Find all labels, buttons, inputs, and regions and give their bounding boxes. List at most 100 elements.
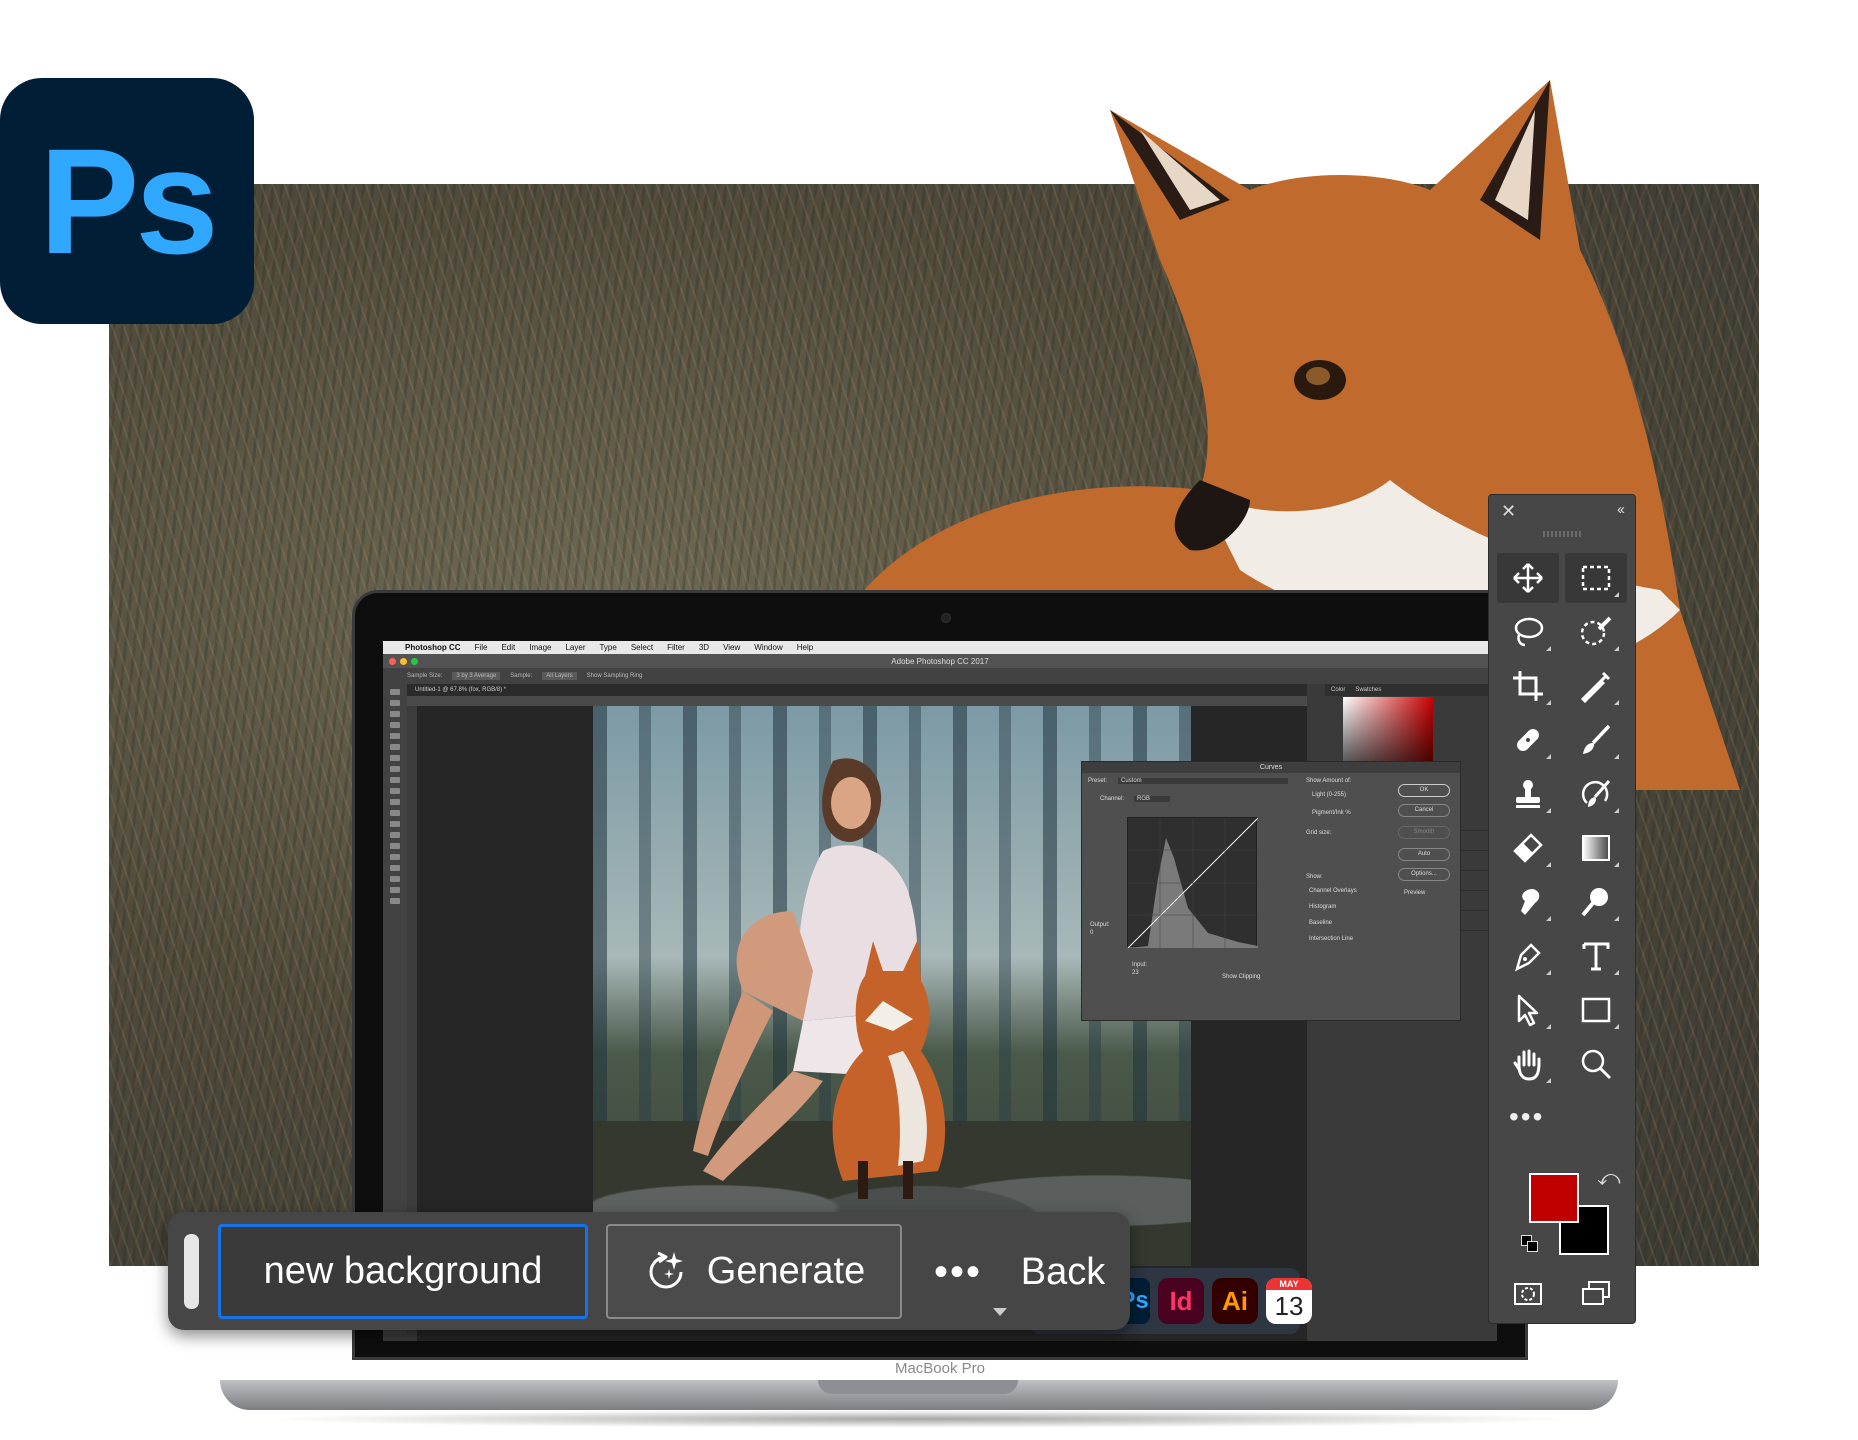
sample-size-label: Sample Size: [407, 673, 443, 679]
show-label: Show: [1306, 874, 1323, 880]
quick-selection-tool-icon[interactable] [1565, 607, 1627, 657]
zoom-tool-icon[interactable] [1565, 1039, 1627, 1089]
menu-type[interactable]: Type [599, 643, 616, 652]
sample-select[interactable]: All Layers [542, 672, 577, 680]
laptop-camera [941, 613, 951, 623]
sample-size-select[interactable]: 3 by 3 Average [452, 672, 501, 680]
dock-indesign-icon[interactable]: Id [1158, 1278, 1204, 1324]
show-clipping-checkbox[interactable]: Show Clipping [1222, 974, 1260, 980]
intersection-line-checkbox[interactable]: Intersection Line [1309, 936, 1353, 942]
pigment-radio[interactable]: Pigment/Ink % [1312, 810, 1351, 816]
close-icon[interactable]: ✕ [1501, 501, 1516, 522]
crop-tool-icon[interactable] [1497, 661, 1559, 711]
panel-grip[interactable] [1543, 531, 1583, 537]
hand-tool-icon[interactable] [1497, 1039, 1559, 1089]
eraser-tool-icon[interactable] [1497, 823, 1559, 873]
type-icon [1582, 942, 1610, 971]
eyedropper-tool-icon[interactable] [1565, 661, 1627, 711]
back-button[interactable]: Back [1008, 1237, 1118, 1307]
tools-panel: ✕ ‹‹ ••• ⤺ [1488, 494, 1636, 1324]
lasso-tool-icon[interactable] [1497, 607, 1559, 657]
laptop-notch [818, 1380, 1018, 1394]
menu-layer[interactable]: Layer [565, 643, 585, 652]
baseline-checkbox[interactable]: Baseline [1309, 920, 1332, 926]
menu-file[interactable]: File [475, 643, 488, 652]
rectangle-icon [1581, 997, 1611, 1023]
drag-handle[interactable] [184, 1234, 199, 1309]
healing-brush-tool-icon[interactable] [1497, 715, 1559, 765]
laptop-model-label: MacBook Pro [894, 1360, 986, 1377]
menu-window[interactable]: Window [754, 643, 782, 652]
channel-label: Channel: [1100, 796, 1125, 802]
preset-select[interactable]: Custom [1118, 778, 1288, 784]
color-panel-tabs: Color Swatches [1325, 684, 1497, 696]
window-titlebar: Adobe Photoshop CC 2017 [383, 654, 1497, 668]
menu-select[interactable]: Select [631, 643, 653, 652]
gradient-icon [1582, 835, 1610, 861]
brush-icon [1583, 724, 1611, 754]
foreground-color-swatch[interactable] [1529, 1173, 1579, 1223]
light-radio[interactable]: Light (0-255) [1312, 792, 1346, 798]
dock-calendar-icon[interactable]: MAY 13 [1266, 1278, 1312, 1324]
gradient-tool-icon[interactable] [1565, 823, 1627, 873]
curves-graph[interactable] [1127, 817, 1259, 949]
sampling-ring-checkbox[interactable]: Show Sampling Ring [587, 673, 643, 679]
type-tool-icon[interactable] [1565, 931, 1627, 981]
pen-icon [1515, 943, 1541, 972]
crop-icon [1513, 671, 1543, 701]
smooth-button[interactable]: Smooth [1398, 826, 1450, 839]
dodge-icon [1581, 888, 1608, 917]
menu-edit[interactable]: Edit [501, 643, 515, 652]
cancel-button[interactable]: Cancel [1398, 804, 1450, 817]
preview-checkbox[interactable]: Preview [1404, 890, 1425, 896]
tab-color[interactable]: Color [1331, 687, 1345, 693]
chevron-down-icon[interactable] [993, 1308, 1007, 1316]
bandage-icon [1517, 729, 1539, 751]
quick-mask-tool-icon[interactable] [1497, 1269, 1559, 1319]
rectangle-tool-icon[interactable] [1565, 985, 1627, 1035]
more-tools-icon[interactable]: ••• [1509, 1101, 1544, 1133]
document-tab-label: Untitled-1 @ 67.8% (fox, RGB/8) * [415, 687, 507, 693]
calendar-day: 13 [1274, 1291, 1304, 1321]
histogram-checkbox[interactable]: Histogram [1309, 904, 1336, 910]
ok-button[interactable]: OK [1398, 784, 1450, 797]
show-amount-label: Show Amount of: [1306, 778, 1352, 784]
collapse-icon[interactable]: ‹‹ [1617, 501, 1625, 518]
menu-view[interactable]: View [723, 643, 740, 652]
move-tool-icon[interactable] [1497, 553, 1559, 603]
menu-filter[interactable]: Filter [667, 643, 685, 652]
options-button[interactable]: Options... [1398, 868, 1450, 881]
document-tab[interactable]: Untitled-1 @ 67.8% (fox, RGB/8) * [407, 684, 1307, 696]
channel-select[interactable]: RGB [1134, 796, 1170, 802]
photoshop-logo-text: Ps [39, 116, 218, 285]
arrow-cursor-icon [1517, 994, 1539, 1027]
output-value[interactable]: 0 [1090, 930, 1093, 936]
auto-button[interactable]: Auto [1398, 848, 1450, 861]
contextual-task-bar: new background Generate ••• Back [168, 1212, 1130, 1330]
prompt-input[interactable]: new background [218, 1224, 588, 1319]
generate-button[interactable]: Generate [606, 1224, 902, 1319]
menu-3d[interactable]: 3D [699, 643, 709, 652]
menu-image[interactable]: Image [529, 643, 551, 652]
history-brush-icon [1581, 780, 1611, 807]
clone-stamp-tool-icon[interactable] [1497, 769, 1559, 819]
prompt-input-value: new background [263, 1250, 543, 1292]
path-selection-tool-icon[interactable] [1497, 985, 1559, 1035]
dock-illustrator-icon[interactable]: Ai [1212, 1278, 1258, 1324]
pen-tool-icon[interactable] [1497, 931, 1559, 981]
swap-colors-icon[interactable]: ⤺ [1597, 1165, 1621, 1191]
input-value[interactable]: 23 [1132, 970, 1139, 976]
marquee-tool-icon[interactable] [1565, 553, 1627, 603]
default-colors-icon[interactable] [1521, 1235, 1541, 1255]
history-brush-tool-icon[interactable] [1565, 769, 1627, 819]
brush-tool-icon[interactable] [1565, 715, 1627, 765]
window-title: Adobe Photoshop CC 2017 [891, 656, 989, 666]
tab-swatches[interactable]: Swatches [1355, 687, 1381, 693]
smudge-tool-icon[interactable] [1497, 877, 1559, 927]
more-options-icon[interactable]: ••• [928, 1237, 988, 1307]
screen-mode-tool-icon[interactable] [1565, 1269, 1627, 1319]
channel-overlays-checkbox[interactable]: Channel Overlays [1309, 888, 1357, 894]
menubar-app-name[interactable]: Photoshop CC [405, 643, 461, 652]
dodge-tool-icon[interactable] [1565, 877, 1627, 927]
menu-help[interactable]: Help [797, 643, 813, 652]
